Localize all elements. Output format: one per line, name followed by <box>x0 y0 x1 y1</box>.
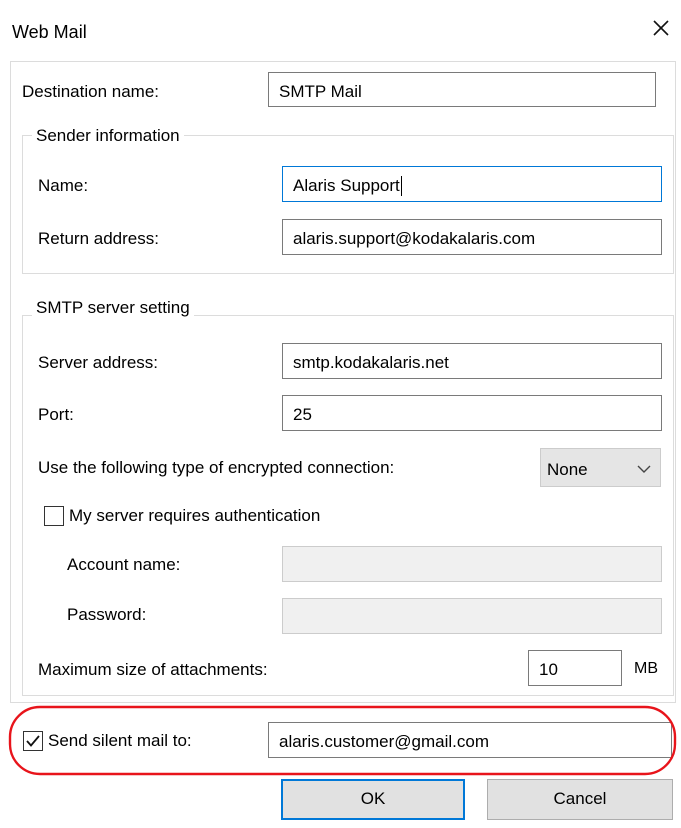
authentication-checkbox[interactable] <box>44 506 64 526</box>
max-attachment-size-unit: MB <box>634 660 658 677</box>
chevron-down-icon <box>637 465 651 473</box>
encryption-type-label: Use the following type of encrypted conn… <box>38 458 395 477</box>
password-label: Password: <box>67 605 147 624</box>
account-name-field[interactable] <box>282 546 662 582</box>
return-address-field[interactable]: alaris.support@kodakalaris.com <box>282 219 662 255</box>
highlight-ellipse <box>8 705 677 776</box>
authentication-label: My server requires authentication <box>69 506 321 525</box>
port-field[interactable]: 25 <box>282 395 662 431</box>
encryption-type-value: None <box>547 460 588 479</box>
dialog-title: Web Mail <box>12 22 87 42</box>
port-label: Port: <box>38 405 74 424</box>
smtp-server-legend: SMTP server setting <box>32 298 194 318</box>
account-name-label: Account name: <box>67 555 181 574</box>
cancel-button[interactable]: Cancel <box>487 779 673 820</box>
sender-name-field[interactable]: Alaris Support <box>282 166 662 202</box>
text-caret <box>400 176 402 196</box>
encryption-type-dropdown[interactable]: None <box>540 448 661 487</box>
destination-name-field[interactable]: SMTP Mail <box>268 72 656 107</box>
max-attachment-size-label: Maximum size of attachments: <box>38 660 268 679</box>
server-address-field[interactable]: smtp.kodakalaris.net <box>282 343 662 379</box>
max-attachment-size-field[interactable]: 10 <box>528 650 622 686</box>
return-address-label: Return address: <box>38 229 159 248</box>
close-button[interactable] <box>647 14 675 42</box>
ok-button[interactable]: OK <box>281 779 465 820</box>
server-address-label: Server address: <box>38 353 158 372</box>
sender-information-legend: Sender information <box>32 126 184 146</box>
sender-name-label: Name: <box>38 176 89 195</box>
destination-name-label: Destination name: <box>22 82 160 101</box>
sender-name-value: Alaris Support <box>293 176 400 195</box>
password-field[interactable] <box>282 598 662 634</box>
close-icon <box>653 20 669 36</box>
